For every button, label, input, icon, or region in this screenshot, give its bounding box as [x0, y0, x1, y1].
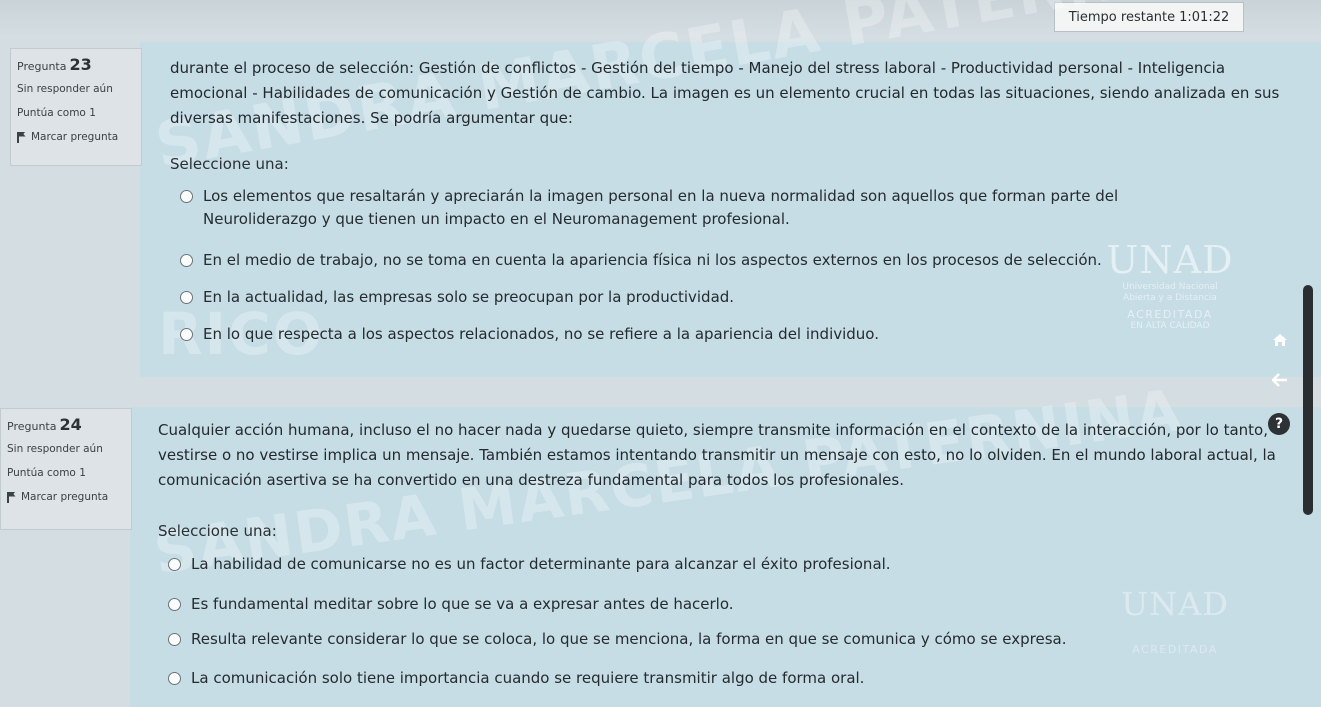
option-24-d[interactable]: La comunicación solo tiene importancia c…	[168, 667, 1068, 690]
radio-button[interactable]	[180, 328, 193, 341]
question-text-line: Cualquier acción humana, incluso el no h…	[158, 421, 1269, 439]
option-23-b[interactable]: En el medio de trabajo, no se toma en cu…	[180, 249, 1180, 272]
radio-button[interactable]	[180, 254, 193, 267]
question-info-23: Pregunta 23 Sin responder aún Puntúa com…	[10, 48, 142, 166]
question-score: Puntúa como 1	[7, 467, 86, 479]
question-number: 24	[59, 415, 82, 434]
question-score: Puntúa como 1	[17, 107, 96, 119]
option-label: La comunicación solo tiene importancia c…	[191, 669, 865, 687]
question-status: Sin responder aún	[17, 83, 113, 95]
option-24-a[interactable]: La habilidad de comunicarse no es un fac…	[168, 553, 1068, 576]
flag-question-button[interactable]: Marcar pregunta	[17, 131, 135, 143]
question-text-line: durante el proceso de selección: Gestión…	[170, 59, 1226, 77]
question-text-line: comunicación asertiva se ha convertido e…	[158, 471, 904, 489]
flag-label: Marcar pregunta	[21, 491, 109, 503]
home-icon[interactable]	[1269, 329, 1291, 351]
flag-icon	[17, 131, 26, 143]
option-24-c[interactable]: Resulta relevante considerar lo que se c…	[168, 628, 1088, 651]
option-24-b[interactable]: Es fundamental meditar sobre lo que se v…	[168, 593, 1068, 616]
question-status: Sin responder aún	[7, 443, 103, 455]
radio-button[interactable]	[180, 190, 193, 203]
question-text-line: diversas manifestaciones. Se podría argu…	[170, 109, 573, 127]
question-separator	[130, 377, 1321, 407]
flag-question-button[interactable]: Marcar pregunta	[7, 491, 125, 503]
question-text-23: durante el proceso de selección: Gestión…	[170, 56, 1280, 131]
select-label: Seleccione una:	[158, 522, 277, 540]
timer-value: 1:01:22	[1179, 9, 1230, 25]
question-text-line: vestirse o no vestirse implica un mensaj…	[158, 446, 1276, 464]
radio-button[interactable]	[180, 291, 193, 304]
radio-button[interactable]	[168, 598, 181, 611]
option-23-c[interactable]: En la actualidad, las empresas solo se p…	[180, 286, 1080, 309]
option-label: En el medio de trabajo, no se toma en cu…	[203, 251, 1102, 269]
option-label: Es fundamental meditar sobre lo que se v…	[191, 595, 734, 613]
radio-button[interactable]	[168, 558, 181, 571]
arrow-left-icon[interactable]	[1269, 369, 1291, 391]
question-text-line: emocional - Habilidades de comunicación …	[170, 84, 1280, 102]
option-23-a[interactable]: Los elementos que resaltarán y apreciará…	[180, 185, 1220, 231]
unad-logo: UNAD Universidad Nacional Abierta y a Di…	[1106, 238, 1234, 331]
option-label: En lo que respecta a los aspectos relaci…	[203, 325, 879, 343]
question-label: Pregunta	[17, 60, 67, 73]
question-number: 23	[69, 55, 92, 74]
option-label: Los elementos que resaltarán y apreciará…	[203, 187, 1119, 228]
unad-logo-2: UNAD ACREDITADA	[1121, 585, 1229, 656]
flag-icon	[7, 491, 16, 503]
question-text-24: Cualquier acción humana, incluso el no h…	[158, 418, 1276, 493]
time-remaining: Tiempo restante 1:01:22	[1054, 2, 1244, 32]
scrollbar[interactable]	[1303, 285, 1313, 515]
help-icon[interactable]: ?	[1268, 413, 1290, 435]
select-label: Seleccione una:	[170, 155, 289, 173]
timer-label: Tiempo restante	[1068, 9, 1176, 25]
option-label: En la actualidad, las empresas solo se p…	[203, 288, 735, 306]
question-label: Pregunta	[7, 420, 57, 433]
radio-button[interactable]	[168, 633, 181, 646]
question-info-24: Pregunta 24 Sin responder aún Puntúa com…	[0, 408, 132, 530]
option-23-d[interactable]: En lo que respecta a los aspectos relaci…	[180, 323, 1080, 346]
option-label: La habilidad de comunicarse no es un fac…	[191, 555, 891, 573]
flag-label: Marcar pregunta	[31, 131, 119, 143]
radio-button[interactable]	[168, 672, 181, 685]
option-label: Resulta relevante considerar lo que se c…	[191, 630, 1067, 648]
